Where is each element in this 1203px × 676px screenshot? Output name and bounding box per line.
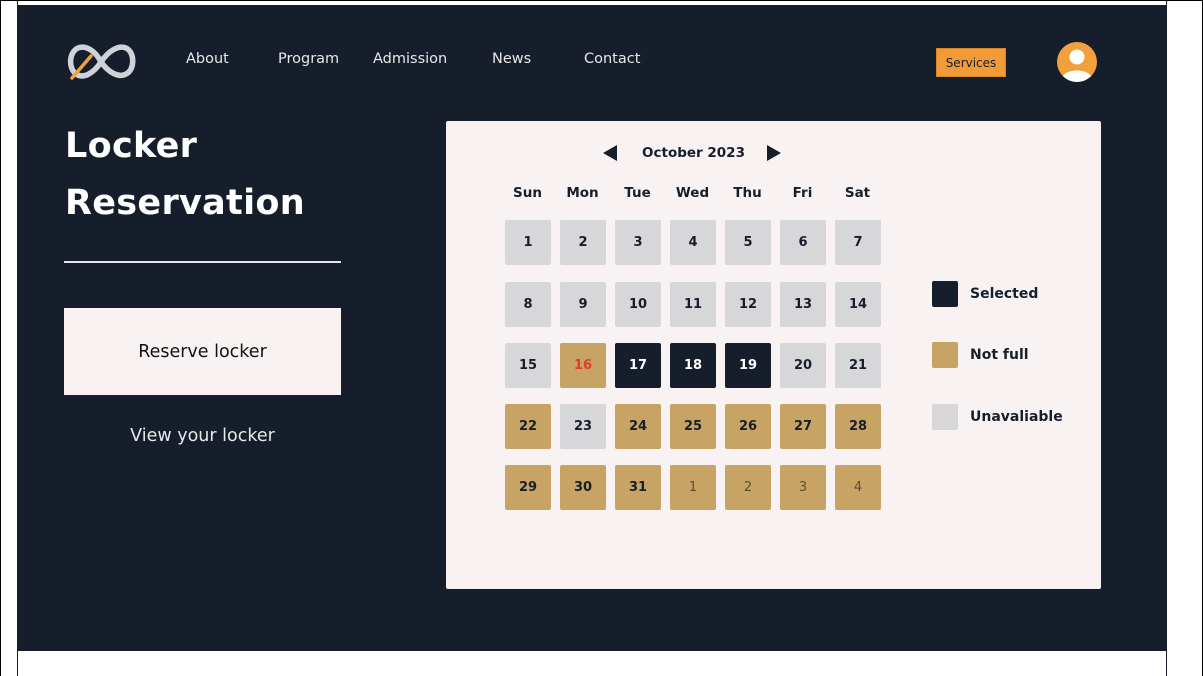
- legend-selected-label: Selected: [970, 286, 1039, 302]
- calendar-day-notfull[interactable]: 1: [670, 465, 716, 510]
- calendar-day-notfull[interactable]: 16: [560, 343, 606, 388]
- calendar-day-unavailable: 15: [505, 343, 551, 388]
- weekday-header: Thu: [733, 185, 762, 201]
- calendar-day-notfull[interactable]: 29: [505, 465, 551, 510]
- calendar-day-unavailable: 2: [560, 220, 606, 265]
- calendar-day-notfull[interactable]: 27: [780, 404, 826, 449]
- calendar-day-notfull[interactable]: 22: [505, 404, 551, 449]
- weekday-header: Fri: [792, 185, 813, 201]
- calendar-day-notfull[interactable]: 4: [835, 465, 881, 510]
- page-title: Locker Reservation: [65, 126, 305, 223]
- weekday-header: Wed: [675, 185, 710, 201]
- legend-notfull-swatch: [932, 342, 958, 368]
- legend-notfull-label: Not full: [970, 347, 1029, 363]
- arrow-right-icon[interactable]: [767, 145, 781, 161]
- weekday-header: Mon: [566, 185, 599, 201]
- calendar-day-unavailable: 14: [835, 282, 881, 327]
- user-avatar-icon[interactable]: [1057, 42, 1097, 82]
- calendar-day-unavailable: 21: [835, 343, 881, 388]
- calendar-day-notfull[interactable]: 25: [670, 404, 716, 449]
- nav-about[interactable]: About: [186, 51, 229, 67]
- calendar-month-label: October 2023: [642, 145, 745, 161]
- calendar-day-unavailable: 8: [505, 282, 551, 327]
- calendar-day-notfull[interactable]: 30: [560, 465, 606, 510]
- legend-selected-swatch: [932, 281, 958, 307]
- calendar-day-unavailable: 1: [505, 220, 551, 265]
- calendar-day-notfull[interactable]: 28: [835, 404, 881, 449]
- calendar-day-unavailable: 3: [615, 220, 661, 265]
- weekday-header: Tue: [624, 185, 651, 201]
- arrow-left-icon[interactable]: [603, 145, 617, 161]
- calendar-day-unavailable: 4: [670, 220, 716, 265]
- calendar-day-unavailable: 5: [725, 220, 771, 265]
- calendar-day-unavailable: 11: [670, 282, 716, 327]
- nav-program[interactable]: Program: [278, 51, 339, 67]
- services-button[interactable]: Services: [936, 48, 1006, 77]
- weekday-header: Sun: [513, 185, 542, 201]
- nav-news[interactable]: News: [492, 51, 531, 67]
- calendar-day-notfull[interactable]: 2: [725, 465, 771, 510]
- title-divider: [64, 261, 341, 263]
- calendar-day-selected[interactable]: 19: [725, 343, 771, 388]
- calendar-day-unavailable: 6: [780, 220, 826, 265]
- calendar-day-unavailable: 7: [835, 220, 881, 265]
- calendar-day-unavailable: 20: [780, 343, 826, 388]
- calendar-day-notfull[interactable]: 26: [725, 404, 771, 449]
- infinity-logo-icon[interactable]: [65, 40, 137, 84]
- calendar-day-notfull[interactable]: 3: [780, 465, 826, 510]
- reserve-locker-button[interactable]: Reserve locker: [64, 308, 341, 395]
- left-guide: [17, 0, 18, 676]
- right-guide: [1166, 0, 1167, 676]
- calendar-day-unavailable: 23: [560, 404, 606, 449]
- calendar-day-unavailable: 13: [780, 282, 826, 327]
- bottom-divider: [17, 650, 1167, 651]
- nav-contact[interactable]: Contact: [584, 51, 640, 67]
- calendar-day-unavailable: 10: [615, 282, 661, 327]
- legend-unavailable-label: Unavaliable: [970, 409, 1063, 425]
- legend-unavailable-swatch: [932, 404, 958, 430]
- calendar-day-unavailable: 9: [560, 282, 606, 327]
- calendar-day-selected[interactable]: 17: [615, 343, 661, 388]
- view-locker-link[interactable]: View your locker: [64, 426, 341, 446]
- calendar-day-notfull[interactable]: 24: [615, 404, 661, 449]
- calendar-day-unavailable: 12: [725, 282, 771, 327]
- nav-admission[interactable]: Admission: [373, 51, 447, 67]
- calendar-day-selected[interactable]: 18: [670, 343, 716, 388]
- weekday-header: Sat: [844, 185, 871, 201]
- calendar-day-notfull[interactable]: 31: [615, 465, 661, 510]
